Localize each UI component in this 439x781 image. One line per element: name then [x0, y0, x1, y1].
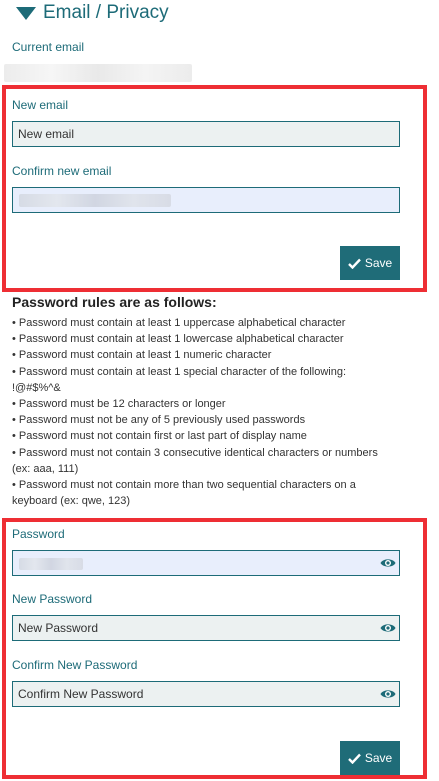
password-rule: Password must not contain first or last … — [12, 428, 390, 444]
eye-icon[interactable] — [380, 622, 396, 634]
current-password-input[interactable] — [12, 550, 400, 576]
section-header[interactable]: Email / Privacy — [16, 0, 169, 26]
password-rules-title: Password rules are as follows: — [12, 294, 217, 310]
new-password-input[interactable] — [12, 615, 400, 641]
current-email-label: Current email — [12, 40, 85, 54]
current-password-label: Password — [12, 527, 65, 541]
password-rule: Password must contain at least 1 numeric… — [12, 347, 390, 363]
confirm-email-label: Confirm new email — [12, 164, 112, 178]
password-rule: Password must contain at least 1 lowerca… — [12, 331, 390, 347]
eye-icon[interactable] — [380, 688, 396, 700]
password-rules-list: Password must contain at least 1 upperca… — [12, 315, 390, 509]
save-password-label: Save — [364, 751, 393, 765]
confirm-email-value-redacted — [19, 194, 171, 207]
save-email-label: Save — [364, 256, 393, 270]
password-rule: Password must contain at least 1 upperca… — [12, 315, 390, 331]
password-rule: Password must be 12 characters or longer — [12, 396, 390, 412]
confirm-new-password-input[interactable] — [12, 681, 400, 707]
password-rule: Password must contain at least 1 special… — [12, 364, 390, 396]
password-rule: Password must not contain more than two … — [12, 477, 390, 509]
check-icon — [347, 753, 361, 764]
password-rule: Password must not contain 3 consecutive … — [12, 445, 390, 477]
new-email-input[interactable] — [12, 121, 400, 147]
save-email-button[interactable]: Save — [340, 246, 400, 280]
confirm-new-password-label: Confirm New Password — [12, 658, 138, 672]
eye-icon[interactable] — [380, 557, 396, 569]
check-icon — [347, 258, 361, 269]
new-email-label: New email — [12, 98, 69, 112]
current-email-value-redacted — [4, 64, 192, 82]
section-title: Email / Privacy — [43, 2, 169, 23]
new-password-label: New Password — [12, 592, 93, 606]
save-password-button[interactable]: Save — [340, 741, 400, 775]
triangle-down-icon — [16, 6, 36, 20]
confirm-email-input[interactable] — [12, 187, 400, 213]
current-password-value-redacted — [19, 558, 83, 570]
password-rule: Password must not be any of 5 previously… — [12, 412, 390, 428]
